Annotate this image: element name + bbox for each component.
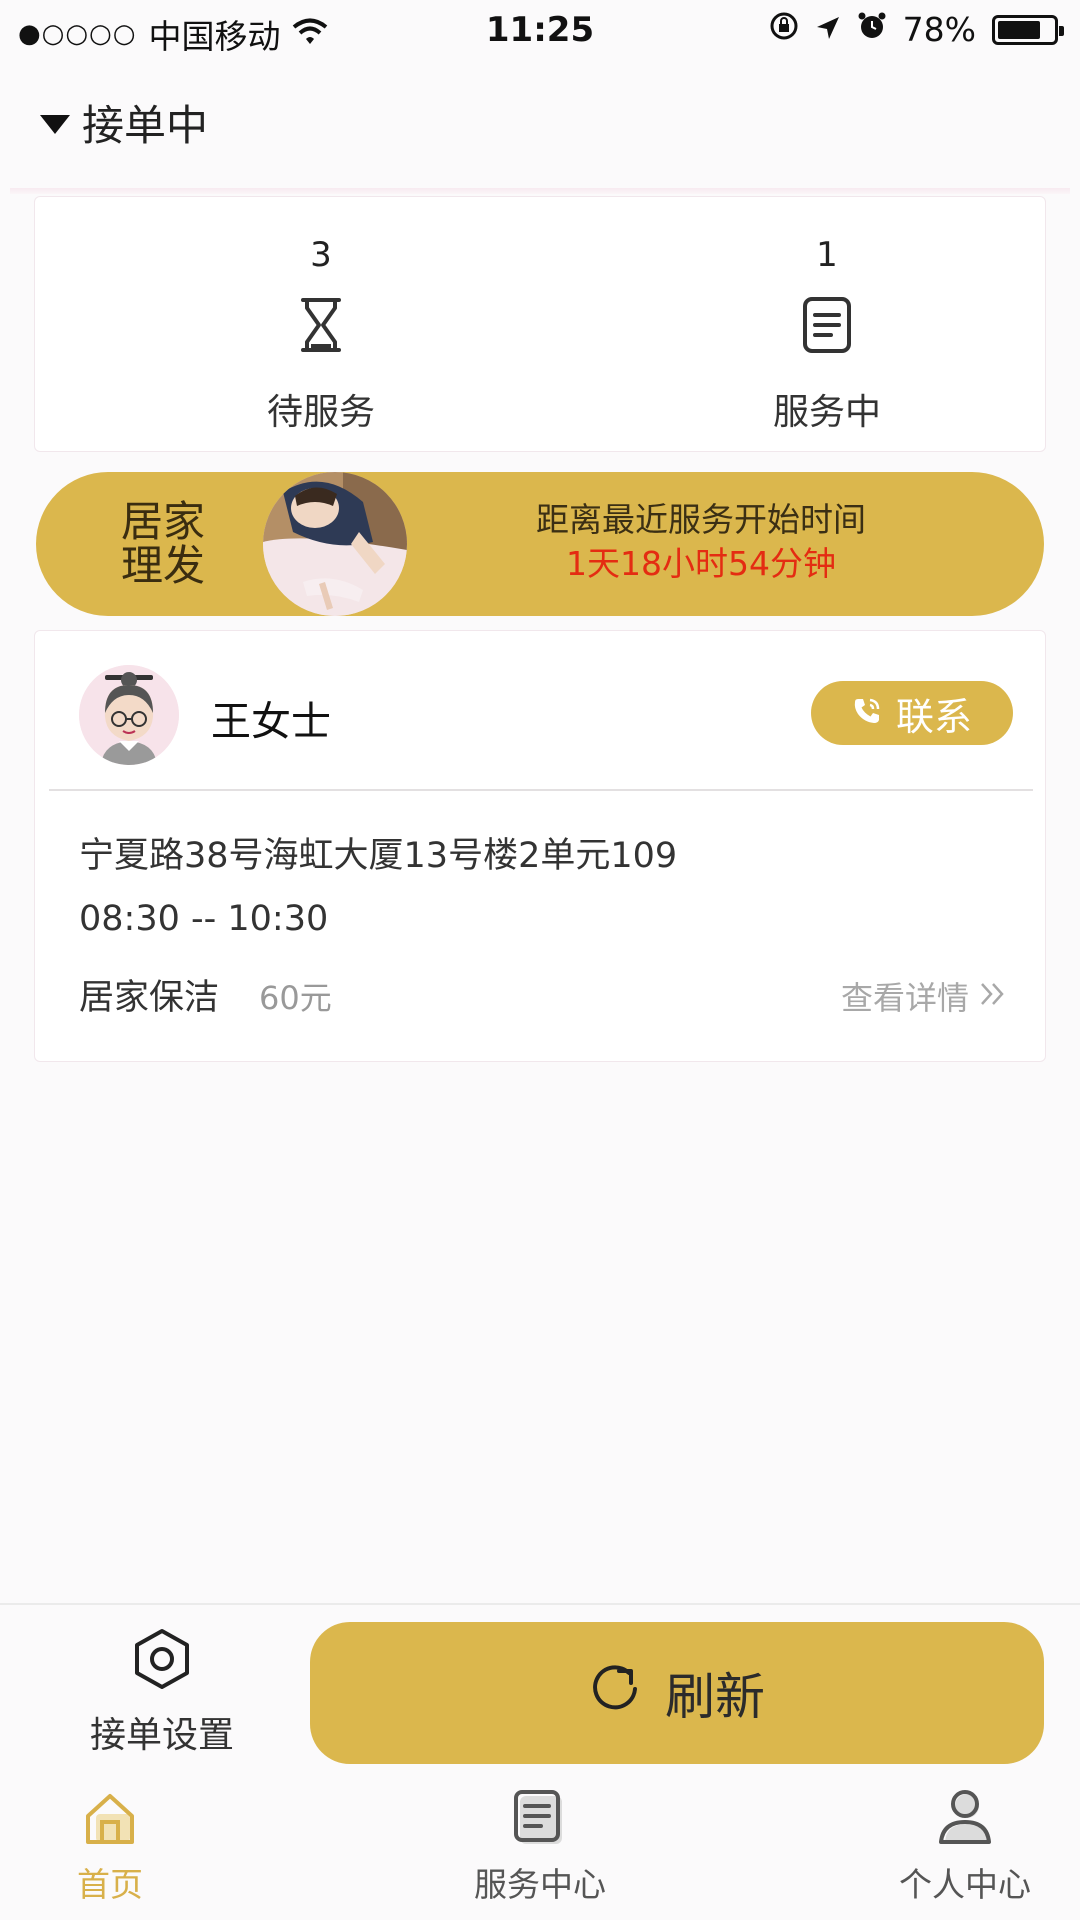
order-card[interactable]: 王女士 联系 宁夏路38号海虹大厦13号楼2单元109 08:30 -- 10:… — [34, 630, 1046, 1062]
home-icon — [0, 1788, 230, 1848]
order-settings-label: 接单设置 — [89, 1715, 234, 1756]
banner-title-line2: 理发 — [120, 541, 205, 590]
tab-home-label: 首页 — [77, 1865, 143, 1904]
action-divider — [0, 1603, 1080, 1605]
refresh-icon — [589, 1661, 641, 1725]
view-details-label: 查看详情 — [840, 979, 969, 1017]
contact-button[interactable]: 联系 — [811, 681, 1013, 745]
document-icon — [627, 285, 1027, 365]
status-right: 78% — [769, 10, 1064, 49]
order-divider — [49, 789, 1033, 791]
service-type: 居家保洁 — [79, 978, 220, 1018]
user-icon — [845, 1788, 1080, 1848]
hexagon-settings-icon — [60, 1628, 264, 1690]
refresh-label: 刷新 — [665, 1668, 765, 1726]
customer-name: 王女士 — [211, 699, 331, 745]
refresh-button[interactable]: 刷新 — [310, 1622, 1044, 1764]
header-divider — [10, 188, 1070, 194]
service-address: 宁夏路38号海虹大厦13号楼2单元109 — [79, 836, 678, 876]
service-time-range: 08:30 -- 10:30 — [79, 899, 329, 939]
in-service-stat[interactable]: 1 服务中 — [627, 197, 1027, 435]
triangle-down-icon — [40, 115, 70, 134]
in-service-count: 1 — [816, 235, 838, 275]
tab-home[interactable]: 首页 — [0, 1788, 230, 1906]
service-price: 60元 — [259, 979, 332, 1017]
header-title: 接单中 — [82, 101, 209, 150]
phone-icon — [852, 691, 882, 735]
haircut-photo — [263, 472, 407, 616]
rotation-lock-icon — [769, 10, 799, 49]
in-service-label: 服务中 — [772, 392, 881, 433]
hourglass-icon — [121, 285, 521, 365]
battery-percent: 78% — [902, 10, 976, 49]
battery-icon — [992, 14, 1064, 45]
pending-label: 待服务 — [266, 392, 375, 433]
banner-service-title: 居家 理发 — [108, 500, 218, 588]
contact-label: 联系 — [895, 694, 972, 739]
document-icon — [420, 1788, 660, 1848]
status-dropdown[interactable]: 接单中 — [40, 92, 208, 153]
tab-service-label: 服务中心 — [474, 1865, 606, 1904]
tab-service-center[interactable]: 服务中心 — [420, 1788, 660, 1906]
order-settings-button[interactable]: 接单设置 — [60, 1628, 264, 1758]
alarm-icon — [857, 10, 887, 49]
next-service-banner[interactable]: 居家 理发 距离最近服务开始时间 1天18小时54分钟 — [36, 472, 1044, 616]
double-chevron-right-icon — [979, 977, 1007, 1015]
customer-avatar — [79, 665, 179, 765]
tab-profile-label: 个人中心 — [899, 1865, 1031, 1904]
next-service-info: 距离最近服务开始时间 1天18小时54分钟 — [491, 498, 911, 586]
banner-title-line1: 居家 — [120, 497, 205, 546]
location-arrow-icon — [815, 10, 841, 49]
pending-count: 3 — [310, 235, 332, 275]
next-service-label: 距离最近服务开始时间 — [536, 500, 866, 539]
pending-service-stat[interactable]: 3 待服务 — [121, 197, 521, 435]
countdown-text: 1天18小时54分钟 — [566, 544, 836, 583]
status-bar: ●○○○○ 中国移动 11:25 78% — [0, 0, 1080, 60]
tab-profile[interactable]: 个人中心 — [845, 1788, 1080, 1906]
view-details-link[interactable]: 查看详情 — [841, 973, 1007, 1019]
order-count-card: 3 待服务 1 服务中 — [34, 196, 1046, 452]
